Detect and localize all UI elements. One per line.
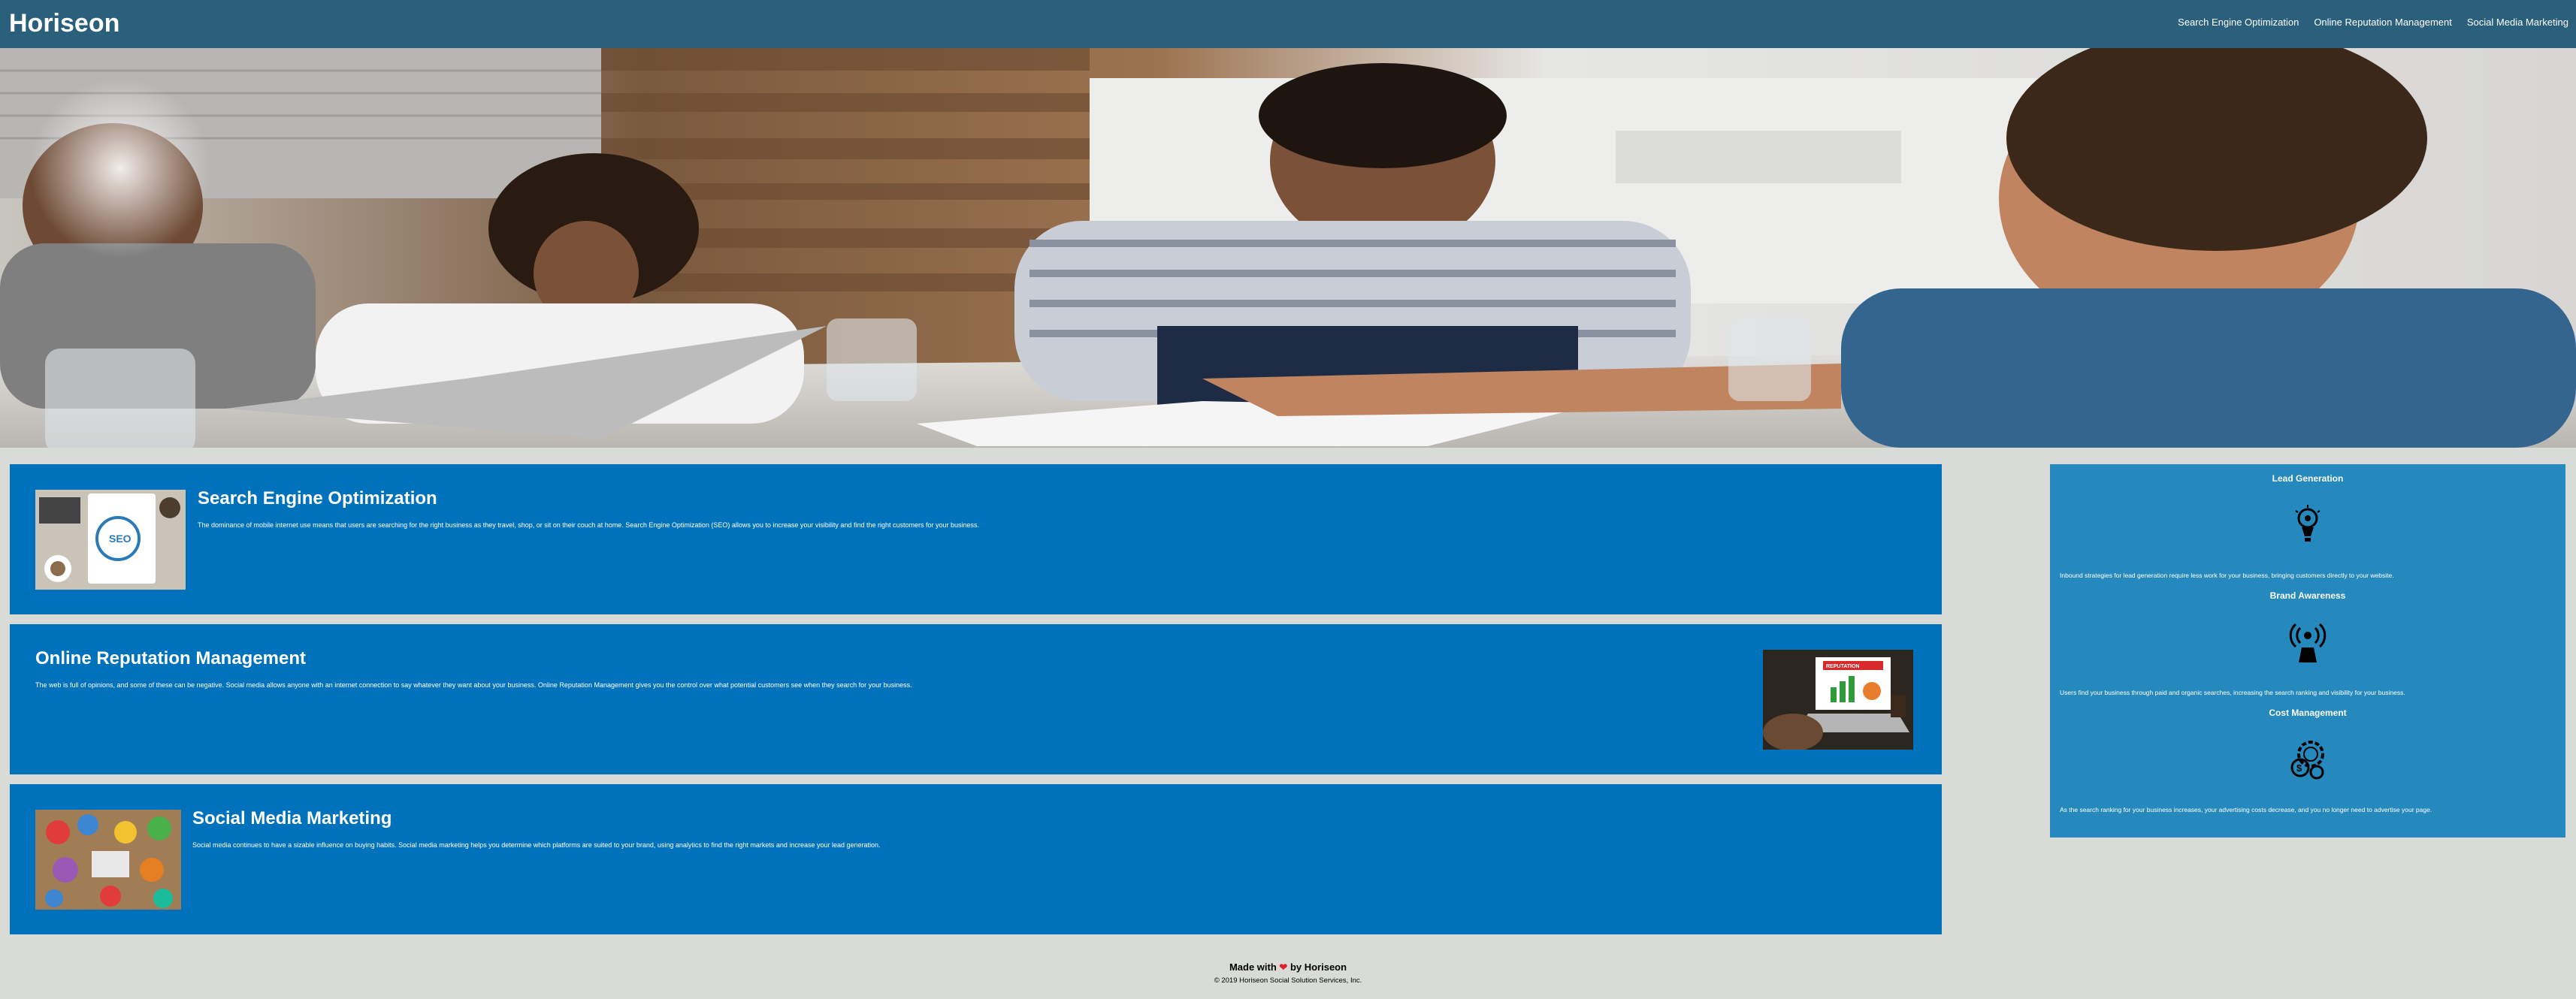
footer-credit: Made with ❤ by Horiseon: [0, 961, 2576, 973]
seo-section: SEO Search Engine Optimization The domin…: [10, 464, 1942, 614]
lightbulb-gear-icon: [2285, 503, 2330, 548]
svg-text:$: $: [2296, 762, 2302, 774]
cost-management-text: As the search ranking for your business …: [2060, 806, 2432, 813]
social-section: Social Media Marketing Social media cont…: [10, 784, 1942, 934]
footer-made-with: Made with: [1229, 961, 1277, 973]
nav-link-social[interactable]: Social Media Marketing: [2467, 17, 2568, 28]
svg-text:REPUTATION: REPUTATION: [1826, 664, 1859, 669]
benefits-aside: Lead Generation Inbound strategies for l…: [2050, 464, 2565, 838]
reputation-image: REPUTATION: [1763, 650, 1913, 751]
seo-text: The dominance of mobile internet use mea…: [198, 521, 980, 529]
hero-image: [0, 48, 2576, 448]
gear-coins-icon: $: [2285, 738, 2330, 783]
lead-generation-text: Inbound strategies for lead generation r…: [2060, 572, 2394, 579]
seo-title: Search Engine Optimization: [198, 488, 437, 509]
brand-awareness-title: Brand Awareness: [2269, 590, 2346, 601]
site-logo[interactable]: Horiseon: [9, 9, 119, 38]
heart-icon: ❤: [1279, 961, 1288, 973]
social-title: Social Media Marketing: [192, 808, 392, 828]
site-header: Horiseon Search Engine Optimization Onli…: [0, 0, 2576, 48]
reputation-text: The web is full of opinions, and some of…: [35, 681, 912, 689]
social-image: [35, 810, 181, 910]
lead-generation-title: Lead Generation: [2272, 473, 2344, 484]
main-nav: Search Engine Optimization Online Reputa…: [2178, 17, 2568, 28]
social-text: Social media continues to have a sizable…: [192, 841, 881, 849]
broadcast-person-icon: [2285, 620, 2330, 665]
brand-awareness-text: Users find your business through paid an…: [2060, 689, 2405, 696]
cost-management-title: Cost Management: [2269, 708, 2347, 718]
reputation-section: Online Reputation Management The web is …: [10, 624, 1942, 774]
reputation-title: Online Reputation Management: [35, 648, 307, 669]
nav-link-reputation[interactable]: Online Reputation Management: [2314, 17, 2452, 28]
svg-text:SEO: SEO: [109, 533, 132, 545]
seo-image: SEO: [35, 490, 186, 590]
nav-link-seo[interactable]: Search Engine Optimization: [2178, 17, 2299, 28]
footer-copyright: © 2019 Horiseon Social Solution Services…: [1214, 976, 1362, 985]
footer-by-horiseon: by Horiseon: [1290, 961, 1347, 973]
